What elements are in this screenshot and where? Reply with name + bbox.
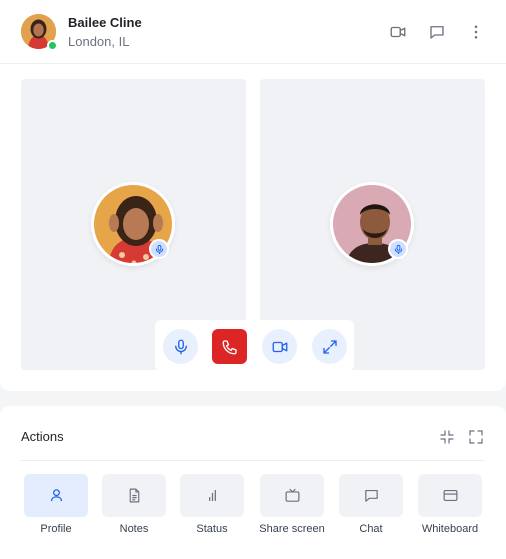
actions-panel: Actions Profile Notes Status Share scree… xyxy=(0,406,506,559)
tv-icon xyxy=(285,488,299,502)
microphone-icon xyxy=(174,339,187,354)
document-icon xyxy=(129,488,139,503)
call-controls xyxy=(155,320,354,371)
phone-end-icon xyxy=(222,339,237,354)
action-button[interactable] xyxy=(24,474,88,517)
action-button[interactable] xyxy=(339,474,403,517)
user-location: London, IL xyxy=(68,34,130,49)
expand-button[interactable] xyxy=(312,329,347,364)
action-label: Profile xyxy=(40,523,72,535)
action-button[interactable] xyxy=(102,474,166,517)
chat-bubble-icon[interactable] xyxy=(427,22,447,42)
action-label: Whiteboard xyxy=(421,523,479,535)
divider xyxy=(21,460,485,461)
action-notes[interactable]: Notes xyxy=(101,474,167,535)
action-status[interactable]: Status xyxy=(179,474,245,535)
actions-title: Actions xyxy=(21,429,64,444)
call-card: Bailee Cline London, IL xyxy=(0,0,506,391)
more-vertical-icon[interactable] xyxy=(466,22,486,42)
action-share-screen[interactable]: Share screen xyxy=(259,474,325,535)
action-chat[interactable]: Chat xyxy=(338,474,404,535)
action-label: Share screen xyxy=(259,523,325,535)
microphone-icon xyxy=(388,239,408,259)
collapse-icon[interactable] xyxy=(438,428,456,446)
user-name: Bailee Cline xyxy=(68,15,142,30)
fullscreen-icon[interactable] xyxy=(467,428,485,446)
action-label: Notes xyxy=(119,523,149,535)
action-label: Status xyxy=(196,523,228,535)
action-profile[interactable]: Profile xyxy=(23,474,89,535)
whiteboard-icon xyxy=(443,489,457,502)
video-camera-icon xyxy=(272,341,287,352)
end-call-button[interactable] xyxy=(212,329,247,364)
microphone-icon xyxy=(149,239,169,259)
bar-chart-icon xyxy=(208,489,216,502)
action-button[interactable] xyxy=(260,474,324,517)
user-icon xyxy=(50,489,62,502)
video-toggle-button[interactable] xyxy=(262,329,297,364)
chat-bubble-icon xyxy=(364,489,378,502)
video-camera-icon[interactable] xyxy=(388,22,408,42)
mute-button[interactable] xyxy=(163,329,198,364)
action-button[interactable] xyxy=(418,474,482,517)
action-button[interactable] xyxy=(180,474,244,517)
action-label: Chat xyxy=(359,523,383,535)
action-whiteboard[interactable]: Whiteboard xyxy=(417,474,483,535)
expand-icon xyxy=(322,339,337,354)
online-status-dot xyxy=(47,40,58,51)
call-header: Bailee Cline London, IL xyxy=(0,0,506,64)
